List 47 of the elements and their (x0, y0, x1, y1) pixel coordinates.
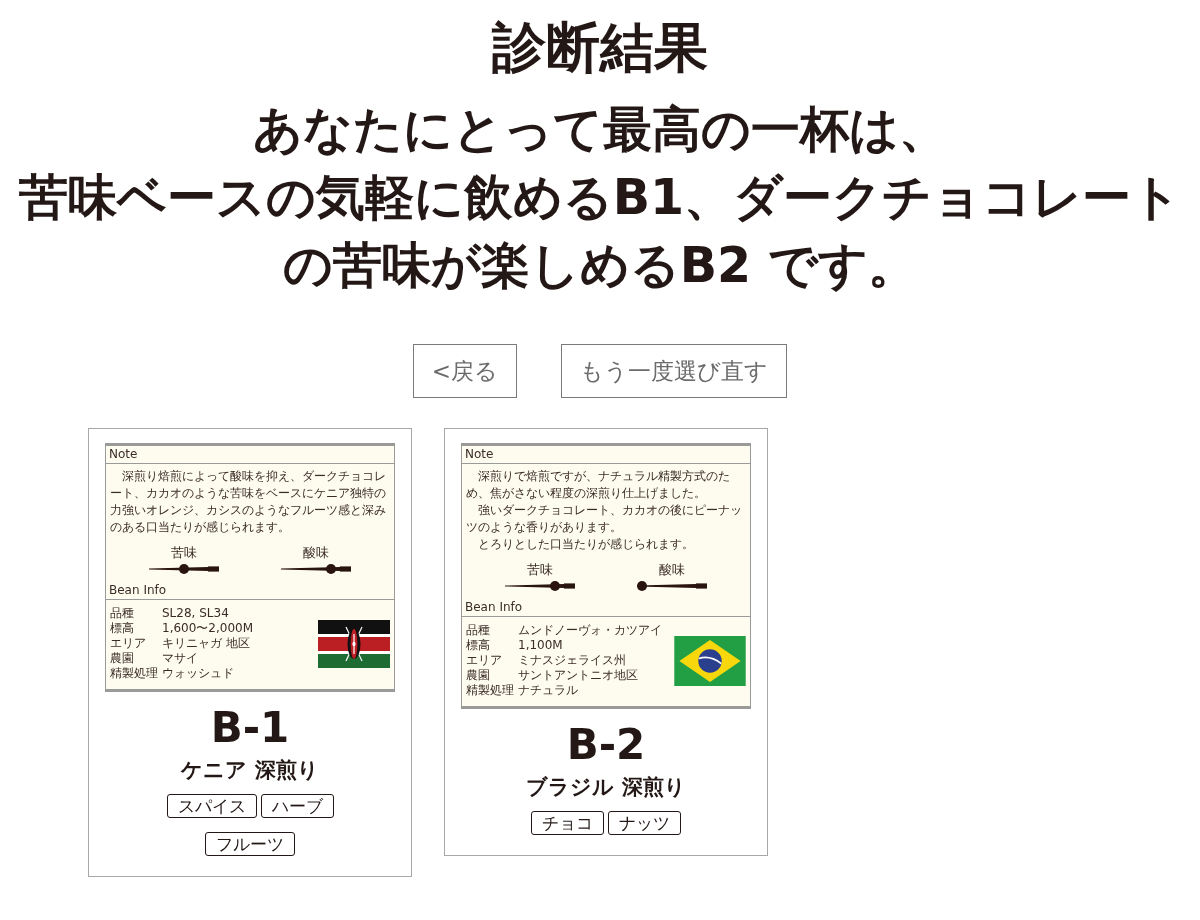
info-value: ウォッシュド (162, 666, 235, 681)
product-name: ケニア 深煎り (181, 757, 319, 784)
taste-label: 酸味 (659, 561, 685, 578)
page-title: 診断結果 (490, 15, 709, 81)
product-name: ブラジル 深煎り (526, 774, 686, 801)
tasting-note: 深煎り焙煎によって酸味を抑え、ダークチョコレート、カカオのような苦味をベースにケニア独特の力強いオレンジ、カシスのようなフルーツ感と深みのある口当たりが感じられます。 (110, 468, 387, 536)
info-value: ナチュラル (518, 683, 579, 698)
flavor-tag: ハーブ (260, 794, 334, 818)
info-label: 精製処理 (110, 666, 159, 681)
flavor-tag: チョコ (531, 811, 604, 835)
brazil-flag-icon (674, 635, 746, 686)
info-value: サントアントニオ地区 (518, 668, 639, 683)
info-value: マサイ (162, 651, 199, 666)
info-value: ムンドノーヴォ・カツアイ (518, 623, 663, 638)
info-label: エリア (110, 636, 147, 651)
section-heading: Note (462, 446, 750, 464)
tasting-note: とろりとした口当たりが感じられます。 (477, 536, 695, 553)
taste-label: 酸味 (303, 544, 329, 561)
info-label: 標高 (466, 638, 491, 653)
tasting-note: 深煎りで焙煎ですが、ナチュラル精製方式のため、焦がさない程度の深煎り仕上げました。 (466, 468, 731, 502)
info-label: 品種 (110, 606, 135, 621)
info-label: 農園 (466, 668, 491, 683)
back-button[interactable]: <戻る (412, 344, 518, 398)
section-heading: Note (106, 446, 394, 464)
flavor-tag: ナッツ (608, 811, 681, 835)
info-label: 精製処理 (466, 683, 515, 698)
info-value: キリニャガ 地区 (162, 636, 251, 651)
info-value: 1,600〜2,000M (162, 621, 255, 636)
info-label: 品種 (466, 623, 491, 638)
info-value: 1,100M (518, 638, 564, 653)
flavor-tag: フルーツ (205, 832, 295, 856)
info-label: エリア (466, 653, 503, 668)
taste-label: 苦味 (527, 561, 553, 578)
section-heading: Bean Info (106, 582, 394, 600)
info-label: 標高 (110, 621, 135, 636)
reselect-button[interactable]: もう一度選び直す (561, 344, 788, 398)
product-code: B-2 (566, 721, 646, 769)
tasting-note: 強いダークチョコレート、カカオの後にピーナッツのような香りがあります。 (466, 502, 743, 536)
section-heading: Bean Info (462, 599, 750, 617)
result-headline: あなたにとって最高の一杯は、 苦味ベースの気軽に飲めるB1、ダークチョコレート の苦味が楽しめるB2 です。 (17, 100, 1183, 296)
product-code: B-1 (210, 704, 290, 752)
info-value: ミナスジェライス州 (518, 653, 627, 668)
info-value: SL28, SL34 (162, 606, 230, 621)
taste-label: 苦味 (171, 544, 197, 561)
flavor-tag: スパイス (166, 794, 257, 818)
kenya-flag-icon (318, 619, 390, 668)
info-label: 農園 (110, 651, 135, 666)
